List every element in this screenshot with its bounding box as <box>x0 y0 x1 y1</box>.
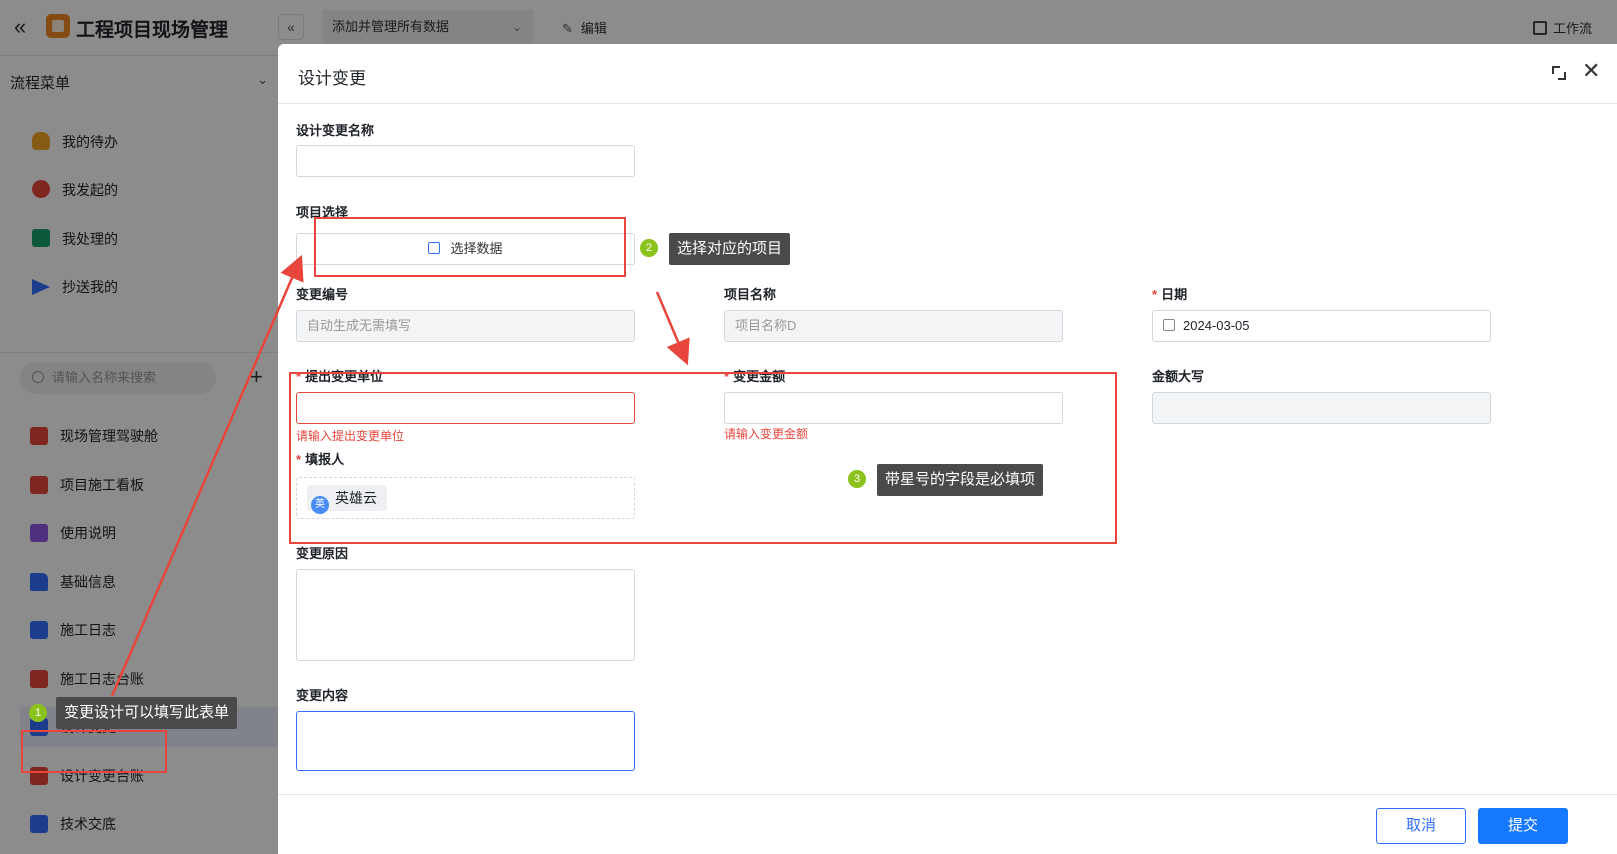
reason-label: 变更原因 <box>296 546 349 561</box>
select-data-button[interactable]: 选择数据 <box>296 233 635 265</box>
required-mark: * <box>1152 287 1158 302</box>
user-chip[interactable]: 英英雄云 <box>307 485 387 514</box>
avatar: 英 <box>311 496 329 514</box>
unit-error-message: 请输入提出变更单位 <box>296 429 405 443</box>
date-label-text: 日期 <box>1161 287 1188 302</box>
unit-input[interactable] <box>296 392 635 424</box>
project-name-label: 项目名称 <box>724 287 777 302</box>
modal-header: 设计变更 ✕ <box>278 44 1617 104</box>
amount-label: * 变更金额 <box>724 366 785 385</box>
required-mark: * <box>296 452 302 467</box>
reporter-label-text: 填报人 <box>305 452 345 467</box>
modal-footer: 取消 提交 <box>278 794 1617 854</box>
change-no-label: 变更编号 <box>296 287 349 302</box>
date-value: 2024-03-05 <box>1183 318 1250 333</box>
amount-upper-input <box>1152 392 1491 424</box>
project-name-input: 项目名称D <box>724 310 1063 342</box>
submit-button[interactable]: 提交 <box>1478 808 1568 844</box>
required-mark: * <box>296 369 302 384</box>
amount-input[interactable] <box>724 392 1063 424</box>
select-data-label: 选择数据 <box>450 241 503 256</box>
fullscreen-icon[interactable] <box>1552 66 1566 80</box>
name-label: 设计变更名称 <box>296 123 375 138</box>
calendar-icon <box>1163 319 1175 331</box>
amount-upper-label: 金额大写 <box>1152 369 1205 384</box>
edit-icon <box>428 242 441 254</box>
close-icon[interactable]: ✕ <box>1582 60 1600 82</box>
required-mark: * <box>724 369 730 384</box>
unit-label-text: 提出变更单位 <box>305 369 384 384</box>
reporter-label: * 填报人 <box>296 449 344 468</box>
change-no-input: 自动生成无需填写 <box>296 310 635 342</box>
date-label: * 日期 <box>1152 284 1187 303</box>
amount-label-text: 变更金额 <box>733 369 786 384</box>
amount-error-message: 请输入变更金额 <box>724 427 809 441</box>
project-select-label: 项目选择 <box>296 205 349 220</box>
design-change-modal: 设计变更 ✕ 设计变更名称 项目选择 选择数据 变更编号 自动生成无需填写 项目… <box>278 44 1617 854</box>
scrollbar[interactable] <box>1605 104 1617 794</box>
content-label: 变更内容 <box>296 688 349 703</box>
reporter-field[interactable]: 英英雄云 <box>296 477 635 519</box>
reason-textarea[interactable] <box>296 569 635 661</box>
date-picker[interactable]: 2024-03-05 <box>1152 310 1491 342</box>
modal-title: 设计变更 <box>298 69 366 88</box>
user-name: 英雄云 <box>335 490 377 506</box>
content-textarea[interactable] <box>296 711 635 771</box>
design-change-name-input[interactable] <box>296 145 635 177</box>
unit-label: * 提出变更单位 <box>296 366 383 385</box>
cancel-button[interactable]: 取消 <box>1376 808 1466 844</box>
